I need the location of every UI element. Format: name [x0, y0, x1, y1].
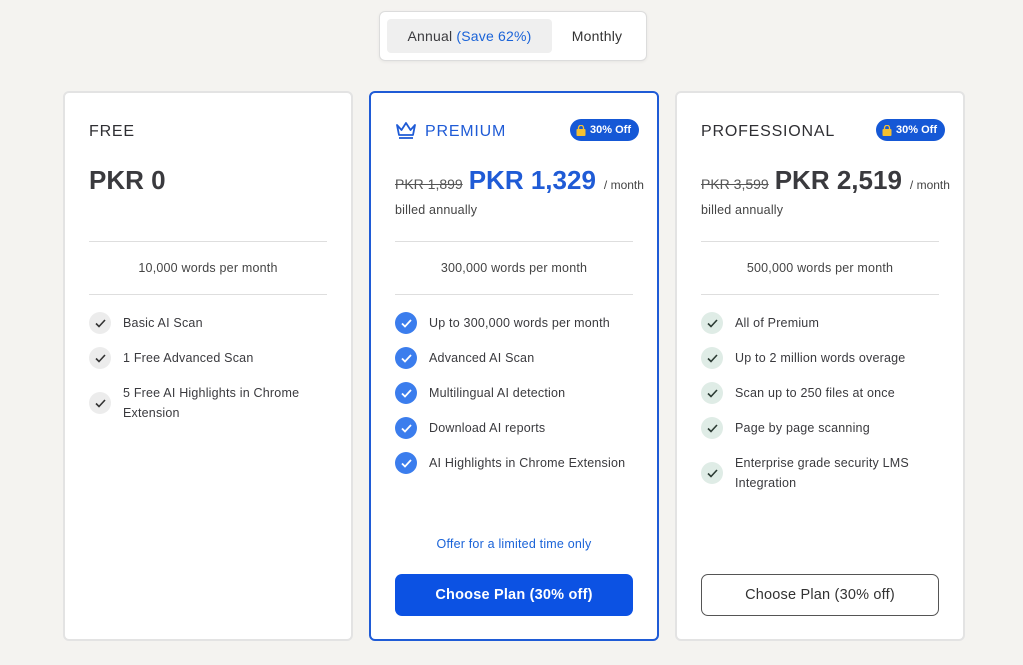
feature-label: All of Premium — [735, 316, 820, 330]
check-icon — [395, 347, 417, 369]
feature-label: Scan up to 250 files at once — [735, 386, 895, 400]
feature-item: Page by page scanning — [701, 417, 949, 453]
feature-label: Multilingual AI detection — [429, 386, 566, 400]
feature-label: Advanced AI Scan — [429, 351, 535, 365]
check-icon — [395, 452, 417, 474]
crown-icon — [396, 122, 416, 139]
check-icon — [701, 382, 723, 404]
check-icon — [701, 462, 723, 484]
annual-toggle-option[interactable]: Annual (Save 62%) — [387, 19, 552, 53]
feature-item: AI Highlights in Chrome Extension — [395, 452, 643, 488]
check-icon — [701, 312, 723, 334]
feature-item: Up to 2 million words overage — [701, 347, 949, 383]
badge-label: 30% Off — [896, 124, 937, 136]
original-price: PKR 3,599 — [701, 176, 769, 192]
badge-label: 30% Off — [590, 124, 631, 136]
feature-item: Download AI reports — [395, 417, 643, 453]
check-icon — [701, 347, 723, 369]
price-row: PKR 1,899 PKR 1,329 / month — [395, 165, 644, 196]
words-per-month: 500,000 words per month — [701, 241, 939, 295]
feature-item: Scan up to 250 files at once — [701, 382, 949, 418]
check-icon — [395, 417, 417, 439]
feature-label: Page by page scanning — [735, 421, 870, 435]
feature-item: Up to 300,000 words per month — [395, 312, 643, 348]
check-icon — [395, 382, 417, 404]
feature-item: Multilingual AI detection — [395, 382, 643, 418]
price-row: PKR 0 — [89, 165, 166, 196]
feature-label: Download AI reports — [429, 421, 546, 435]
choose-professional-plan-button[interactable]: Choose Plan (30% off) — [701, 574, 939, 616]
plan-name: FREE — [89, 123, 135, 140]
plan-card-professional: PROFESSIONAL 30% Off PKR 3,599 PKR 2,519… — [675, 91, 965, 641]
check-icon — [89, 312, 111, 334]
original-price: PKR 1,899 — [395, 176, 463, 192]
feature-label: Up to 2 million words overage — [735, 351, 906, 365]
plan-name: PROFESSIONAL — [701, 123, 836, 140]
feature-label: Basic AI Scan — [123, 316, 203, 330]
discount-badge: 30% Off — [876, 119, 945, 141]
annual-save-label: (Save 62%) — [456, 28, 532, 44]
feature-item: 5 Free AI Highlights in Chrome Extension — [89, 383, 337, 423]
words-per-month: 300,000 words per month — [395, 241, 633, 295]
feature-label: 5 Free AI Highlights in Chrome Extension — [123, 386, 300, 420]
feature-label: Up to 300,000 words per month — [429, 316, 610, 330]
billing-toggle: Annual (Save 62%) Monthly — [379, 11, 647, 61]
feature-item: Enterprise grade security LMS Integratio… — [701, 453, 949, 493]
annual-label: Annual — [407, 28, 453, 44]
monthly-toggle-option[interactable]: Monthly — [556, 19, 638, 53]
words-per-month: 10,000 words per month — [89, 241, 327, 295]
price-period: / month — [909, 178, 950, 192]
check-icon — [395, 312, 417, 334]
price: PKR 2,519 — [774, 165, 902, 195]
feature-item: 1 Free Advanced Scan — [89, 347, 337, 383]
billing-note: billed annually — [701, 203, 784, 217]
plan-card-premium: PREMIUM 30% Off PKR 1,899 PKR 1,329 / mo… — [369, 91, 659, 641]
feature-item: Basic AI Scan — [89, 312, 337, 348]
plan-name: PREMIUM — [425, 123, 507, 140]
feature-list: All of Premium Up to 2 million words ove… — [701, 312, 949, 493]
feature-list: Basic AI Scan 1 Free Advanced Scan 5 Fre… — [89, 312, 337, 423]
price: PKR 1,329 — [468, 165, 596, 195]
plan-card-free: FREE PKR 0 10,000 words per month Basic … — [63, 91, 353, 641]
price-row: PKR 3,599 PKR 2,519 / month — [701, 165, 950, 196]
price-period: / month — [603, 178, 644, 192]
check-icon — [701, 417, 723, 439]
price: PKR 0 — [89, 165, 166, 195]
limited-offer-note: Offer for a limited time only — [436, 537, 592, 551]
lock-icon — [576, 124, 586, 136]
feature-list: Up to 300,000 words per month Advanced A… — [395, 312, 643, 488]
feature-label: Enterprise grade security LMS Integratio… — [735, 456, 909, 490]
feature-label: 1 Free Advanced Scan — [123, 351, 254, 365]
billing-note: billed annually — [395, 203, 478, 217]
lock-icon — [882, 124, 892, 136]
feature-item: Advanced AI Scan — [395, 347, 643, 383]
choose-premium-plan-button[interactable]: Choose Plan (30% off) — [395, 574, 633, 616]
feature-label: AI Highlights in Chrome Extension — [429, 456, 626, 470]
check-icon — [89, 347, 111, 369]
feature-item: All of Premium — [701, 312, 949, 348]
check-icon — [89, 392, 111, 414]
discount-badge: 30% Off — [570, 119, 639, 141]
